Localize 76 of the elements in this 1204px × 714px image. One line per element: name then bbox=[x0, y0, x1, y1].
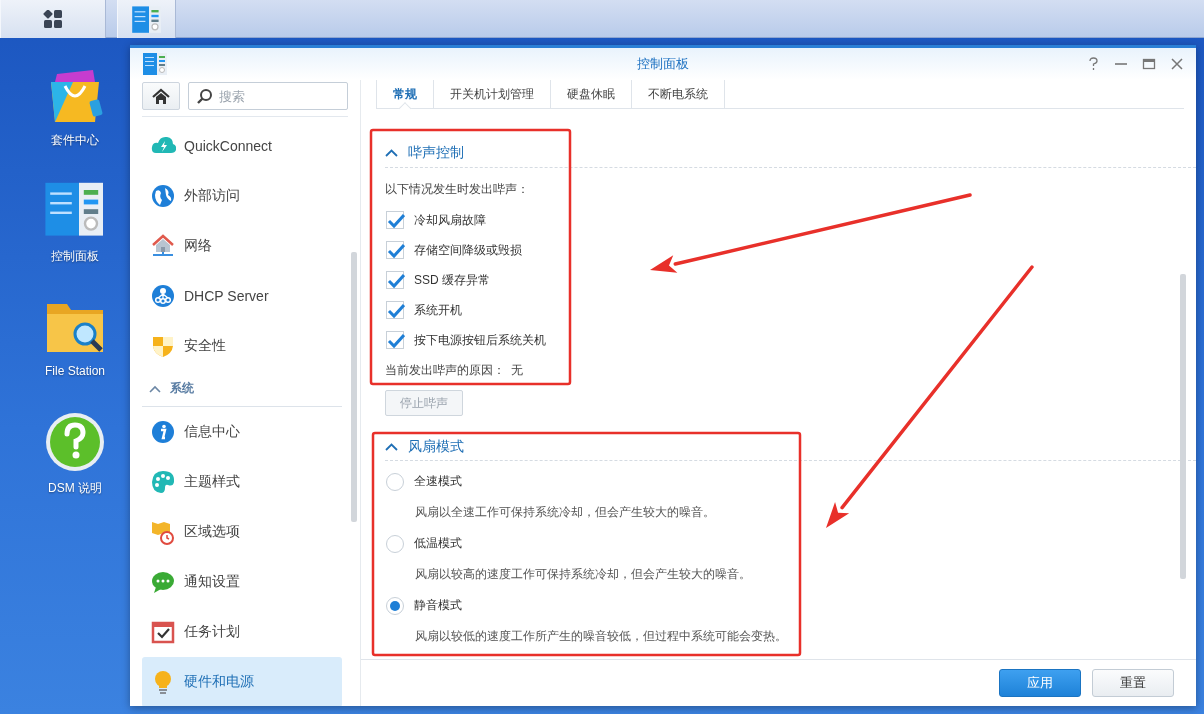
radio-label[interactable]: 全速模式 bbox=[414, 473, 462, 490]
radio-button[interactable] bbox=[386, 596, 404, 615]
sidebar-item[interactable]: DHCP Server bbox=[142, 271, 342, 321]
palette-icon bbox=[150, 469, 176, 495]
status-label: 当前发出哔声的原因： bbox=[385, 361, 505, 379]
mode-description: 风扇以较高的速度工作可保持系统冷却，但会产生较大的噪音。 bbox=[414, 566, 752, 583]
checkmark-icon bbox=[387, 212, 405, 230]
mode-description: 风扇以较低的速度工作所产生的噪音较低，但过程中系统可能会变热。 bbox=[414, 628, 788, 645]
sidebar-item[interactable]: QuickConnect bbox=[142, 121, 342, 171]
house-icon bbox=[150, 233, 176, 259]
sidebar-item[interactable]: 通知设置 bbox=[142, 557, 342, 607]
checkbox[interactable] bbox=[386, 211, 404, 229]
checkbox-label[interactable]: 系统开机 bbox=[414, 301, 462, 319]
chevron-up-icon[interactable] bbox=[148, 383, 162, 394]
radio-label[interactable]: 低温模式 bbox=[414, 535, 462, 552]
sidebar-item[interactable]: 信息中心 bbox=[142, 407, 342, 457]
sidebar-item[interactable]: 任务计划 bbox=[142, 607, 342, 657]
chevron-up-icon[interactable] bbox=[385, 147, 398, 158]
checkbox-label[interactable]: 冷却风扇故障 bbox=[414, 211, 486, 229]
map-clock-icon bbox=[150, 519, 176, 545]
checkbox-label[interactable]: 存储空间降级或毁损 bbox=[414, 241, 522, 259]
help-icon[interactable] bbox=[1087, 57, 1100, 71]
taskbar-app-button[interactable] bbox=[117, 0, 176, 38]
radio-button[interactable] bbox=[386, 472, 404, 491]
maximize-icon[interactable] bbox=[1142, 57, 1156, 71]
checkbox[interactable] bbox=[386, 331, 404, 349]
chat-bubble-icon bbox=[150, 569, 176, 595]
section-description: 以下情况发生时发出哔声： bbox=[385, 180, 530, 198]
window-title: 控制面板 bbox=[637, 56, 689, 71]
checkmark-icon bbox=[387, 242, 405, 260]
checkbox-label[interactable]: SSD 缓存异常 bbox=[414, 271, 490, 289]
globe-icon bbox=[150, 183, 176, 209]
tab[interactable]: 不断电系统 bbox=[631, 80, 725, 108]
network-icon bbox=[150, 283, 176, 309]
checkmark-icon bbox=[387, 302, 405, 320]
desktop-icon-label[interactable]: 控制面板 bbox=[51, 248, 99, 265]
reset-button[interactable]: 重置 bbox=[1092, 669, 1174, 697]
grid-icon bbox=[42, 10, 64, 28]
main-menu-button[interactable] bbox=[0, 0, 106, 38]
section-title: 风扇模式 bbox=[408, 437, 464, 456]
status-value: 无 bbox=[511, 361, 523, 379]
radio-button[interactable] bbox=[386, 534, 404, 553]
sidebar-item[interactable]: 主题样式 bbox=[142, 457, 342, 507]
close-icon[interactable] bbox=[1170, 57, 1184, 71]
control-panel-icon bbox=[130, 4, 163, 34]
sidebar-item[interactable]: 区域选项 bbox=[142, 507, 342, 557]
desktop-icon-label[interactable]: DSM 说明 bbox=[48, 480, 102, 497]
calendar-check-icon bbox=[150, 619, 176, 645]
section-title: 哔声控制 bbox=[408, 143, 464, 162]
desktop-icon-label[interactable]: File Station bbox=[45, 364, 105, 378]
help-icon[interactable] bbox=[43, 410, 107, 474]
home-button[interactable] bbox=[142, 82, 180, 110]
sidebar-item[interactable]: 安全性 bbox=[142, 321, 342, 371]
search-icon bbox=[197, 88, 213, 104]
scrollbar[interactable] bbox=[1180, 274, 1186, 579]
checkbox-label[interactable]: 按下电源按钮后系统关机 bbox=[414, 331, 546, 349]
control-panel-icon bbox=[142, 51, 168, 77]
sidebar-item[interactable]: 网络 bbox=[142, 221, 342, 271]
info-icon bbox=[150, 419, 176, 445]
checkbox[interactable] bbox=[386, 241, 404, 259]
radio-label[interactable]: 静音模式 bbox=[414, 597, 462, 614]
sidebar-section-header: 系统 bbox=[170, 380, 194, 397]
checkbox[interactable] bbox=[386, 301, 404, 319]
home-icon bbox=[152, 87, 170, 105]
search-field[interactable]: 搜索 bbox=[188, 82, 348, 110]
mode-description: 风扇以全速工作可保持系统冷却，但会产生较大的噪音。 bbox=[414, 504, 716, 521]
checkmark-icon bbox=[387, 332, 405, 350]
desktop-icon-label[interactable]: 套件中心 bbox=[51, 132, 99, 149]
checkmark-icon bbox=[387, 272, 405, 290]
scrollbar[interactable] bbox=[351, 252, 357, 522]
checkbox[interactable] bbox=[386, 271, 404, 289]
tab[interactable]: 开关机计划管理 bbox=[433, 80, 550, 108]
sidebar-item[interactable]: 外部访问 bbox=[142, 171, 342, 221]
sidebar-item[interactable]: 硬件和电源 bbox=[142, 657, 342, 706]
tab[interactable]: 硬盘休眠 bbox=[550, 80, 631, 108]
chevron-up-icon[interactable] bbox=[385, 441, 398, 452]
